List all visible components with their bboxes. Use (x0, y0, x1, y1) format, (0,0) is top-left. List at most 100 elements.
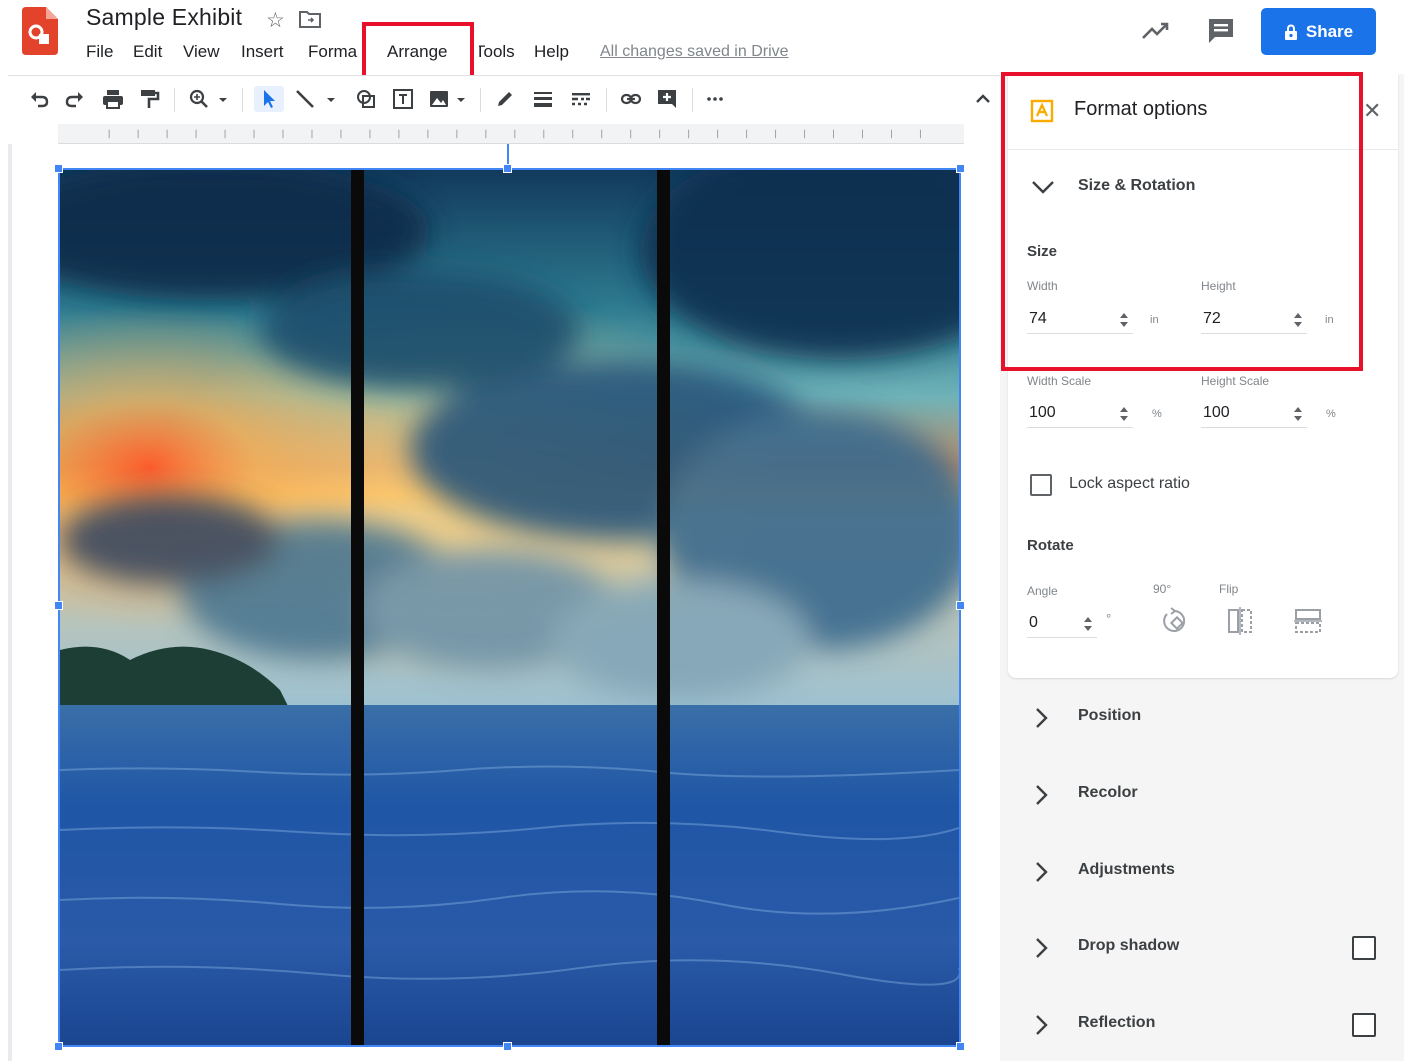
size-rotation-section-toggle[interactable]: Size & Rotation (1030, 174, 1370, 202)
shape-icon[interactable] (353, 86, 379, 112)
menu-edit[interactable]: Edit (133, 42, 162, 62)
height-stepper-icon[interactable] (1293, 311, 1303, 329)
canvas-left-edge (8, 144, 12, 1061)
resize-handle-bottom-right[interactable] (956, 1042, 965, 1051)
reflection-section-toggle[interactable]: Reflection (1030, 1010, 1390, 1040)
resize-handle-top-right[interactable] (956, 164, 965, 173)
horizontal-ruler[interactable] (58, 124, 964, 144)
format-options-icon (1030, 99, 1054, 123)
selected-image[interactable] (58, 168, 961, 1047)
flip-vertical-icon[interactable] (1293, 606, 1323, 636)
menu-insert[interactable]: Insert (241, 42, 284, 62)
activity-trend-icon[interactable] (1140, 18, 1172, 44)
drop-shadow-section-toggle[interactable]: Drop shadow (1030, 933, 1390, 963)
width-scale-unit: % (1152, 408, 1162, 420)
height-label: Height (1201, 279, 1236, 293)
document-title[interactable]: Sample Exhibit (86, 4, 242, 31)
menu-help[interactable]: Help (534, 42, 569, 62)
collapse-icon[interactable] (970, 86, 996, 112)
menu-file[interactable]: File (86, 42, 113, 62)
height-input[interactable]: 72 (1201, 306, 1307, 334)
redo-icon[interactable] (62, 86, 88, 112)
resize-handle-middle-left[interactable] (54, 601, 63, 610)
width-input[interactable]: 74 (1027, 306, 1133, 334)
print-icon[interactable] (100, 86, 126, 112)
width-unit: in (1150, 314, 1159, 326)
menu-tools[interactable]: Tools (479, 42, 515, 62)
pen-icon[interactable] (492, 86, 518, 112)
save-status-link[interactable]: All changes saved in Drive (600, 43, 789, 61)
chevron-down-icon (1032, 181, 1054, 194)
star-icon[interactable]: ☆ (266, 8, 285, 33)
image-icon[interactable] (426, 86, 452, 112)
resize-handle-top-middle[interactable] (503, 164, 512, 173)
drop-shadow-label: Drop shadow (1078, 937, 1180, 954)
adjustments-section-toggle[interactable]: Adjustments (1030, 857, 1390, 887)
height-value: 72 (1203, 310, 1221, 327)
panel-header: Format options ✕ (1008, 74, 1398, 150)
height-scale-label: Height Scale (1201, 374, 1270, 388)
text-box-icon[interactable] (390, 86, 416, 112)
width-label: Width (1027, 279, 1058, 293)
height-scale-value: 100 (1203, 404, 1230, 421)
share-button[interactable]: Share (1261, 8, 1376, 55)
menu-arrange[interactable]: Arrange (387, 42, 447, 62)
panel-title: Format options (1074, 98, 1208, 120)
width-scale-input[interactable]: 100 (1027, 400, 1133, 428)
width-value: 74 (1029, 310, 1047, 327)
angle-stepper-icon[interactable] (1083, 615, 1093, 633)
chevron-right-icon (1036, 785, 1048, 805)
add-comment-icon[interactable] (654, 86, 680, 112)
lock-aspect-ratio-checkbox[interactable] (1030, 474, 1052, 496)
reflection-checkbox[interactable] (1352, 1013, 1376, 1037)
angle-value: 0 (1029, 614, 1038, 631)
paint-format-icon[interactable] (136, 86, 162, 112)
comment-icon[interactable] (1206, 16, 1236, 46)
menu-format[interactable]: Forma (308, 42, 357, 62)
chevron-right-icon (1036, 938, 1048, 958)
undo-icon[interactable] (26, 86, 52, 112)
line-dropdown-icon[interactable] (324, 86, 338, 112)
link-icon[interactable] (618, 86, 644, 112)
select-icon[interactable] (254, 86, 284, 112)
size-heading: Size (1027, 243, 1058, 260)
rotate-90-icon[interactable] (1159, 606, 1189, 636)
recolor-section-toggle[interactable]: Recolor (1030, 780, 1390, 810)
resize-handle-bottom-middle[interactable] (503, 1042, 512, 1051)
line-weight-icon[interactable] (530, 86, 556, 112)
adjustments-label: Adjustments (1078, 861, 1175, 878)
more-icon[interactable] (702, 86, 728, 112)
size-rotation-label: Size & Rotation (1078, 177, 1196, 194)
resize-handle-bottom-left[interactable] (54, 1042, 63, 1051)
width-stepper-icon[interactable] (1119, 311, 1129, 329)
angle-input[interactable]: 0 (1027, 610, 1097, 638)
menu-view[interactable]: View (183, 42, 220, 62)
resize-handle-top-left[interactable] (54, 164, 63, 173)
app-header: Sample Exhibit ☆ File Edit View Insert F… (0, 0, 1404, 90)
position-label: Position (1078, 707, 1142, 724)
chevron-right-icon (1036, 862, 1048, 882)
rotate-heading: Rotate (1027, 537, 1074, 554)
size-rotation-card: Format options ✕ Size & Rotation Size Wi… (1008, 74, 1398, 678)
height-scale-stepper-icon[interactable] (1293, 405, 1303, 423)
flip-horizontal-icon[interactable] (1225, 606, 1255, 636)
move-to-folder-icon[interactable] (298, 9, 322, 29)
drop-shadow-checkbox[interactable] (1352, 936, 1376, 960)
zoom-dropdown-icon[interactable] (216, 86, 230, 112)
google-drawings-logo[interactable] (22, 7, 58, 55)
close-icon[interactable]: ✕ (1363, 98, 1381, 124)
lock-icon (1284, 23, 1297, 40)
chevron-right-icon (1036, 1015, 1048, 1035)
position-section-toggle[interactable]: Position (1030, 703, 1390, 733)
zoom-icon[interactable] (186, 86, 212, 112)
width-scale-stepper-icon[interactable] (1119, 405, 1129, 423)
width-scale-label: Width Scale (1027, 374, 1092, 388)
image-dropdown-icon[interactable] (454, 86, 468, 112)
seascape-triptych-image[interactable] (60, 170, 959, 1045)
line-icon[interactable] (292, 86, 318, 112)
line-dash-icon[interactable] (568, 86, 594, 112)
recolor-label: Recolor (1078, 784, 1138, 801)
resize-handle-middle-right[interactable] (956, 601, 965, 610)
height-unit: in (1325, 314, 1334, 326)
height-scale-input[interactable]: 100 (1201, 400, 1307, 428)
